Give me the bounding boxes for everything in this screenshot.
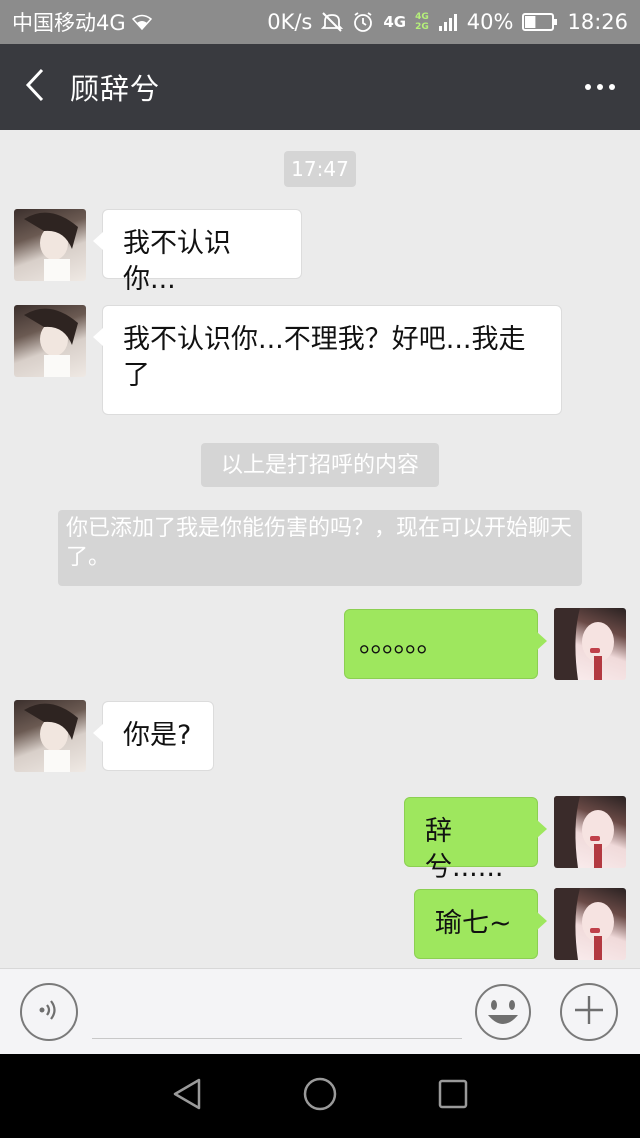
plus-icon bbox=[573, 994, 605, 1030]
message-bubble-incoming[interactable]: 我不认识你... bbox=[93, 209, 302, 295]
mute-icon bbox=[321, 11, 344, 33]
signal-icon bbox=[438, 12, 458, 32]
message-bubble-incoming[interactable]: 我不认识你...不理我？好吧...我走了 bbox=[93, 305, 562, 415]
nav-home-button[interactable] bbox=[290, 1066, 350, 1126]
user-avatar[interactable] bbox=[554, 888, 626, 960]
network-speed: 0K/s bbox=[267, 10, 313, 34]
nav-recent-button[interactable] bbox=[423, 1066, 483, 1126]
more-actions-button[interactable] bbox=[560, 983, 618, 1041]
message-timestamp: 17:47 bbox=[284, 151, 356, 187]
clock-time: 18:26 bbox=[567, 10, 628, 34]
chat-screen: 中国移动4G 0K/s 4G 4G 2G 40% 18:26 顾辞兮 17:47… bbox=[0, 0, 640, 1138]
message-text: 。。。。。。 bbox=[359, 628, 443, 659]
alarm-icon bbox=[352, 11, 374, 33]
message-text: 你是? bbox=[123, 720, 192, 751]
message-bubble-outgoing[interactable]: 辞兮...... bbox=[404, 797, 547, 883]
message-text: 我不认识你... bbox=[123, 228, 231, 295]
system-navigation-bar bbox=[0, 1054, 640, 1138]
contact-avatar[interactable] bbox=[14, 700, 86, 772]
contact-avatar[interactable] bbox=[14, 209, 86, 281]
chevron-left-icon bbox=[24, 68, 46, 106]
system-note-added: 你已添加了我是你能伤害的吗？，现在可以开始聊天了。 bbox=[58, 510, 582, 586]
user-avatar[interactable] bbox=[554, 608, 626, 680]
message-bubble-outgoing[interactable]: 。。。。。。 bbox=[344, 609, 547, 679]
back-button[interactable] bbox=[0, 44, 70, 130]
chat-messages[interactable]: 17:47 我不认识你... 我不认识你...不理我？好吧...我走了 以上是打… bbox=[0, 130, 640, 968]
message-text: 辞兮...... bbox=[425, 816, 504, 883]
chat-title: 顾辞兮 bbox=[70, 72, 161, 106]
system-note-text: 以上是打招呼的内容 bbox=[220, 452, 419, 478]
circle-home-icon bbox=[302, 1076, 338, 1116]
square-recent-icon bbox=[437, 1078, 469, 1114]
message-text: 瑜七~ bbox=[435, 908, 512, 939]
input-bar bbox=[0, 968, 640, 1054]
contact-avatar[interactable] bbox=[14, 305, 86, 377]
system-note-greeting: 以上是打招呼的内容 bbox=[201, 443, 439, 487]
user-avatar[interactable] bbox=[554, 796, 626, 868]
message-input[interactable] bbox=[92, 991, 462, 1039]
status-left: 中国移动4G bbox=[12, 7, 152, 37]
net-type-stack: 4G 2G bbox=[415, 12, 429, 32]
status-right: 0K/s 4G 4G 2G 40% 18:26 bbox=[267, 10, 628, 34]
nav-back-button[interactable] bbox=[157, 1066, 217, 1126]
emoji-icon bbox=[474, 984, 532, 1045]
carrier-label: 中国移动4G bbox=[12, 11, 126, 35]
more-dots-icon bbox=[585, 84, 591, 90]
system-note-text: 你已添加了我是你能伤害的吗？，现在可以开始聊天了。 bbox=[66, 516, 573, 570]
net-type-main: 4G bbox=[383, 12, 407, 31]
wifi-icon bbox=[131, 14, 152, 30]
title-bar: 顾辞兮 bbox=[0, 44, 640, 130]
message-bubble-outgoing[interactable]: 瑜七~ bbox=[414, 889, 547, 959]
net-type-bottom: 2G bbox=[415, 22, 429, 32]
battery-percent: 40% bbox=[466, 10, 514, 34]
message-text: 我不认识你...不理我？好吧...我走了 bbox=[123, 324, 526, 391]
message-bubble-incoming[interactable]: 你是? bbox=[93, 701, 214, 771]
triangle-back-icon bbox=[171, 1077, 203, 1115]
status-bar: 中国移动4G 0K/s 4G 4G 2G 40% 18:26 bbox=[0, 0, 640, 44]
voice-icon bbox=[36, 997, 62, 1027]
net-type-top: 4G bbox=[415, 12, 429, 22]
more-button[interactable] bbox=[560, 44, 640, 130]
battery-icon bbox=[522, 12, 558, 32]
voice-button[interactable] bbox=[20, 983, 78, 1041]
emoji-button[interactable] bbox=[474, 983, 532, 1041]
